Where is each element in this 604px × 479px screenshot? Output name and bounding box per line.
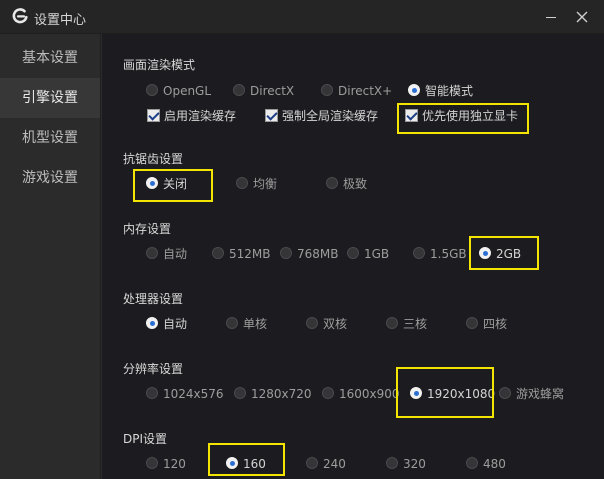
radio-circle [347, 247, 359, 259]
radio-circle-selected [226, 457, 238, 469]
engine-settings-panel: 画面渲染模式 OpenGL DirectX DirectX+ 智能模式 启用渲染… [102, 34, 604, 479]
radio-circle [280, 247, 292, 259]
antialias-title: 抗锯齿设置 [123, 152, 184, 166]
radio-circle [234, 387, 246, 399]
radio-circle-selected [408, 84, 420, 96]
radio-circle [413, 247, 425, 259]
window-title: 设置中心 [34, 13, 87, 28]
swirl-logo-icon [12, 8, 28, 24]
sidebar-item-game[interactable]: 游戏设置 [0, 158, 100, 198]
radio-circle-selected [479, 247, 491, 259]
radio-circle-selected [146, 177, 158, 189]
radio-circle [386, 457, 398, 469]
close-icon [576, 11, 588, 23]
memory-title: 内存设置 [123, 222, 172, 236]
radio-circle [386, 317, 398, 329]
sidebar-item-label: 基本设置 [22, 50, 78, 66]
radio-circle [466, 457, 478, 469]
radio-circle [499, 387, 511, 399]
radio-circle-selected [410, 387, 422, 399]
close-button[interactable] [571, 6, 593, 28]
checkbox-checked [147, 109, 160, 122]
sidebar-item-device[interactable]: 机型设置 [0, 118, 100, 158]
radio-circle [233, 84, 245, 96]
title-bar: 设置中心 [0, 0, 604, 34]
checkbox-checked [405, 109, 418, 122]
radio-circle [321, 84, 333, 96]
cpu-title: 处理器设置 [123, 292, 184, 306]
sidebar-item-label: 引擎设置 [22, 90, 78, 106]
radio-circle [146, 247, 158, 259]
render-mode-title: 画面渲染模式 [123, 58, 196, 72]
radio-circle-selected [146, 317, 158, 329]
sidebar-item-label: 游戏设置 [22, 170, 78, 186]
sidebar-item-engine[interactable]: 引擎设置 [0, 78, 100, 118]
sidebar-item-label: 机型设置 [22, 130, 78, 146]
sidebar: 基本设置 引擎设置 机型设置 游戏设置 [0, 34, 101, 479]
minimize-button[interactable] [540, 6, 562, 28]
checkbox-checked [265, 109, 278, 122]
radio-circle [146, 84, 158, 96]
radio-circle [326, 177, 338, 189]
radio-circle [322, 387, 334, 399]
radio-circle [466, 317, 478, 329]
radio-circle [212, 247, 224, 259]
radio-circle [226, 317, 238, 329]
radio-circle [146, 387, 158, 399]
radio-circle [306, 457, 318, 469]
sidebar-item-basic[interactable]: 基本设置 [0, 38, 100, 78]
radio-circle [306, 317, 318, 329]
radio-circle [146, 457, 158, 469]
dpi-title: DPI设置 [123, 432, 168, 446]
radio-circle [236, 177, 248, 189]
resolution-title: 分辨率设置 [123, 362, 184, 376]
